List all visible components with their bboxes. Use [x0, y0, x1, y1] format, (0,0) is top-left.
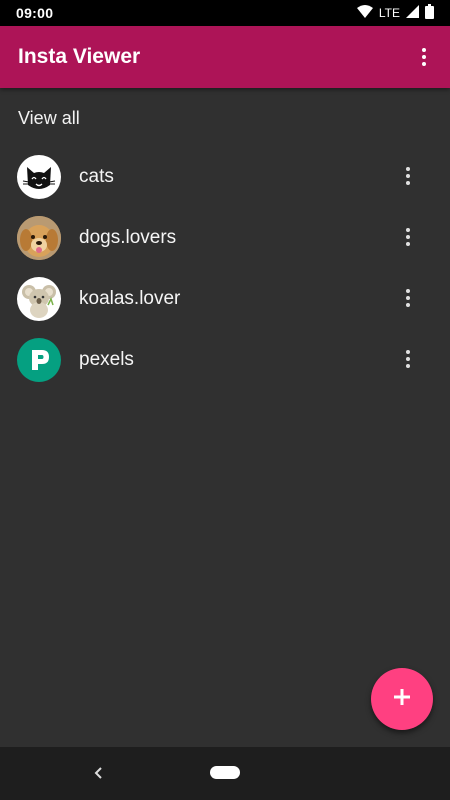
cell-signal-icon [406, 5, 419, 21]
status-icons: LTE [356, 4, 434, 22]
main-content: View all cats dogs.lovers koalas.lover p… [0, 88, 450, 747]
plus-icon [394, 688, 410, 710]
dog-avatar [17, 215, 61, 260]
more-vert-icon[interactable] [410, 37, 438, 77]
list-item-label: koalas.lover [79, 287, 181, 309]
app-title: Insta Viewer [18, 45, 141, 68]
item-more-vert-icon[interactable] [396, 156, 420, 196]
view-all-link[interactable]: View all [18, 108, 80, 129]
list-item-label: pexels [79, 348, 134, 370]
account-list: cats dogs.lovers koalas.lover pexels [0, 146, 450, 390]
list-item-label: dogs.lovers [79, 226, 177, 248]
home-pill-icon[interactable] [210, 766, 240, 779]
item-more-vert-icon[interactable] [396, 217, 420, 257]
system-nav-bar [0, 747, 450, 800]
list-item-label: cats [79, 165, 114, 187]
network-type-label: LTE [378, 6, 400, 20]
app-bar: Insta Viewer [0, 26, 450, 88]
list-item[interactable]: dogs.lovers [0, 207, 450, 268]
status-bar: 09:00 LTE [0, 0, 450, 26]
koala-avatar [17, 276, 61, 321]
status-time: 09:00 [16, 5, 54, 21]
list-item[interactable]: pexels [0, 329, 450, 390]
add-account-button[interactable] [371, 668, 433, 730]
battery-icon [425, 4, 434, 22]
pexels-avatar [17, 337, 61, 382]
list-item[interactable]: koalas.lover [0, 268, 450, 329]
cat-avatar [17, 154, 61, 199]
item-more-vert-icon[interactable] [396, 339, 420, 379]
back-chevron-icon[interactable] [88, 762, 108, 784]
wifi-icon [356, 5, 373, 21]
list-item[interactable]: cats [0, 146, 450, 207]
item-more-vert-icon[interactable] [396, 278, 420, 318]
